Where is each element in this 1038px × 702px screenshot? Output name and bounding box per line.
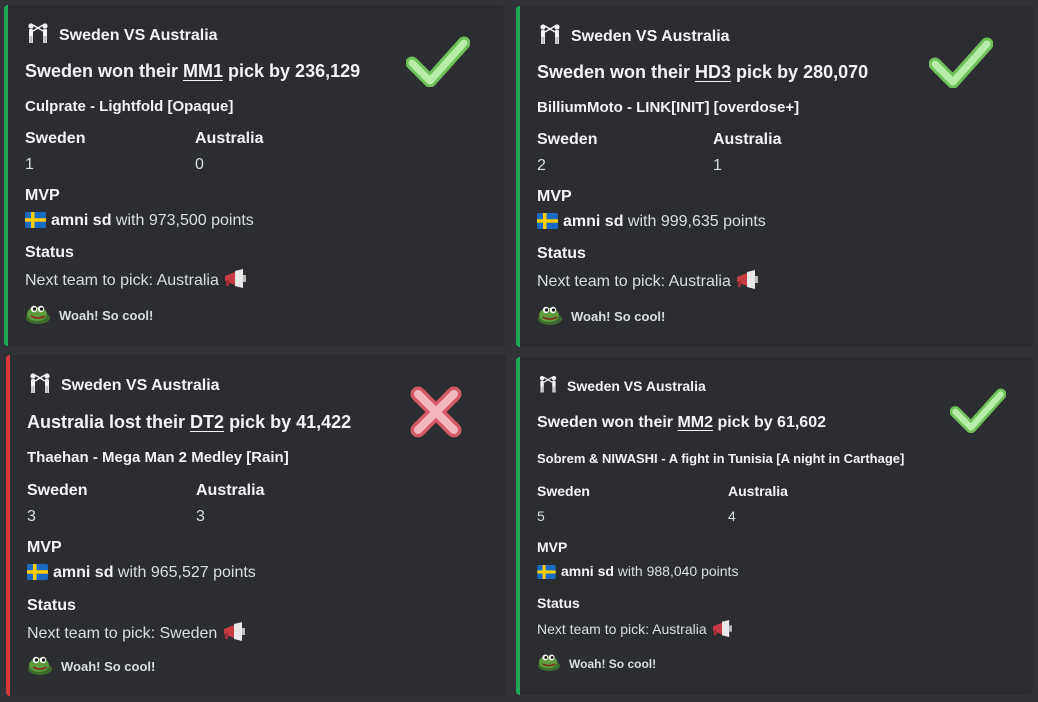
- status-value: Next team to pick: Australia: [537, 270, 759, 291]
- embed-title: Australia lost their DT2 pick by 41,422: [27, 412, 352, 432]
- sweden-flag-icon: [25, 212, 46, 233]
- match-embed-4: Sweden VS Australia Sweden won their MM2…: [516, 357, 1033, 695]
- mvp-label: MVP: [27, 539, 62, 556]
- embed-author: Sweden VS Australia: [537, 23, 730, 50]
- status-value: Next team to pick: Australia: [25, 269, 247, 290]
- pick-code: MM1: [183, 61, 224, 81]
- map-name: BilliumMoto - LINK[INIT] [overdose+]: [537, 99, 800, 116]
- megaphone-icon: [223, 269, 247, 289]
- team2-name: Australia: [196, 482, 265, 499]
- megaphone-icon: [735, 270, 759, 290]
- status-label: Status: [537, 595, 580, 611]
- author-text: Sweden VS Australia: [571, 27, 730, 45]
- mvp-label: MVP: [25, 187, 60, 204]
- embed-footer: Woah! So cool!: [25, 303, 153, 328]
- team1-name: Sweden: [27, 482, 88, 499]
- team2-name: Australia: [195, 130, 264, 147]
- mvp-value: amni sd with 999,635 points: [537, 213, 766, 234]
- embed-footer: Woah! So cool!: [537, 652, 656, 675]
- pick-code: MM2: [677, 414, 714, 431]
- status-value: Next team to pick: Australia: [537, 620, 733, 638]
- sweden-flag-icon: [537, 565, 556, 582]
- embed-footer: Woah! So cool!: [27, 654, 155, 679]
- mvp-value: amni sd with 988,040 points: [537, 563, 738, 582]
- pick-code: HD3: [695, 62, 732, 82]
- footer-text: Woah! So cool!: [571, 309, 666, 324]
- embed-title: Sweden won their MM1 pick by 236,129: [25, 61, 361, 81]
- team2-name: Australia: [728, 483, 788, 499]
- match-embed-3: Sweden VS Australia Australia lost their…: [6, 355, 506, 696]
- mvp-label: MVP: [537, 188, 572, 205]
- map-name: Culprate - Lightfold [Opaque]: [25, 98, 234, 115]
- frog-icon: [25, 303, 59, 328]
- fencing-icon: [537, 23, 571, 50]
- pick-code: DT2: [190, 412, 225, 432]
- embed-title: Sweden won their MM2 pick by 61,602: [537, 414, 826, 431]
- mvp-value: amni sd with 973,500 points: [25, 212, 254, 233]
- embed-author: Sweden VS Australia: [537, 374, 706, 397]
- frog-icon: [537, 652, 569, 675]
- team1-name: Sweden: [25, 130, 86, 147]
- mvp-label: MVP: [537, 539, 568, 555]
- frog-icon: [27, 654, 61, 679]
- check-icon: [928, 36, 994, 93]
- fencing-icon: [537, 374, 567, 397]
- megaphone-icon: [711, 620, 733, 638]
- footer-text: Woah! So cool!: [61, 659, 156, 674]
- team2-score: 0: [195, 156, 204, 173]
- author-text: Sweden VS Australia: [59, 26, 218, 44]
- team1-score: 5: [537, 508, 545, 524]
- team1-score: 1: [25, 156, 34, 173]
- sweden-flag-icon: [27, 564, 48, 585]
- status-label: Status: [27, 597, 76, 614]
- team1-score: 3: [27, 508, 36, 525]
- mvp-name[interactable]: amni sd: [51, 212, 111, 229]
- fencing-icon: [27, 372, 61, 399]
- mvp-name[interactable]: amni sd: [561, 563, 614, 579]
- mvp-name[interactable]: amni sd: [53, 564, 113, 581]
- mvp-name[interactable]: amni sd: [563, 213, 623, 230]
- embed-footer: Woah! So cool!: [537, 304, 665, 329]
- team2-score: 1: [713, 157, 722, 174]
- team1-name: Sweden: [537, 131, 598, 148]
- footer-text: Woah! So cool!: [59, 308, 154, 323]
- fencing-icon: [25, 22, 59, 49]
- team1-name: Sweden: [537, 483, 590, 499]
- megaphone-icon: [222, 622, 246, 642]
- status-value: Next team to pick: Sweden: [27, 622, 246, 643]
- status-label: Status: [25, 244, 74, 261]
- mvp-value: amni sd with 965,527 points: [27, 564, 256, 585]
- embed-title: Sweden won their HD3 pick by 280,070: [537, 62, 869, 82]
- match-embed-1: Sweden VS Australia Sweden won their MM1…: [4, 5, 504, 346]
- footer-text: Woah! So cool!: [569, 656, 657, 671]
- team2-name: Australia: [713, 131, 782, 148]
- match-embed-2: Sweden VS Australia Sweden won their HD3…: [516, 6, 1033, 347]
- cross-icon: [408, 384, 464, 445]
- team1-score: 2: [537, 157, 546, 174]
- map-name: Thaehan - Mega Man 2 Medley [Rain]: [27, 449, 289, 466]
- author-text: Sweden VS Australia: [567, 377, 706, 394]
- embed-author: Sweden VS Australia: [27, 372, 220, 399]
- team2-score: 4: [728, 508, 736, 524]
- author-text: Sweden VS Australia: [61, 376, 220, 394]
- frog-icon: [537, 304, 571, 329]
- map-name: Sobrem & NIWASHI - A fight in Tunisia [A…: [537, 451, 905, 466]
- team2-score: 3: [196, 508, 205, 525]
- sweden-flag-icon: [537, 213, 558, 234]
- check-icon: [405, 35, 471, 92]
- status-label: Status: [537, 245, 586, 262]
- embed-author: Sweden VS Australia: [25, 22, 218, 49]
- check-icon: [949, 387, 1007, 438]
